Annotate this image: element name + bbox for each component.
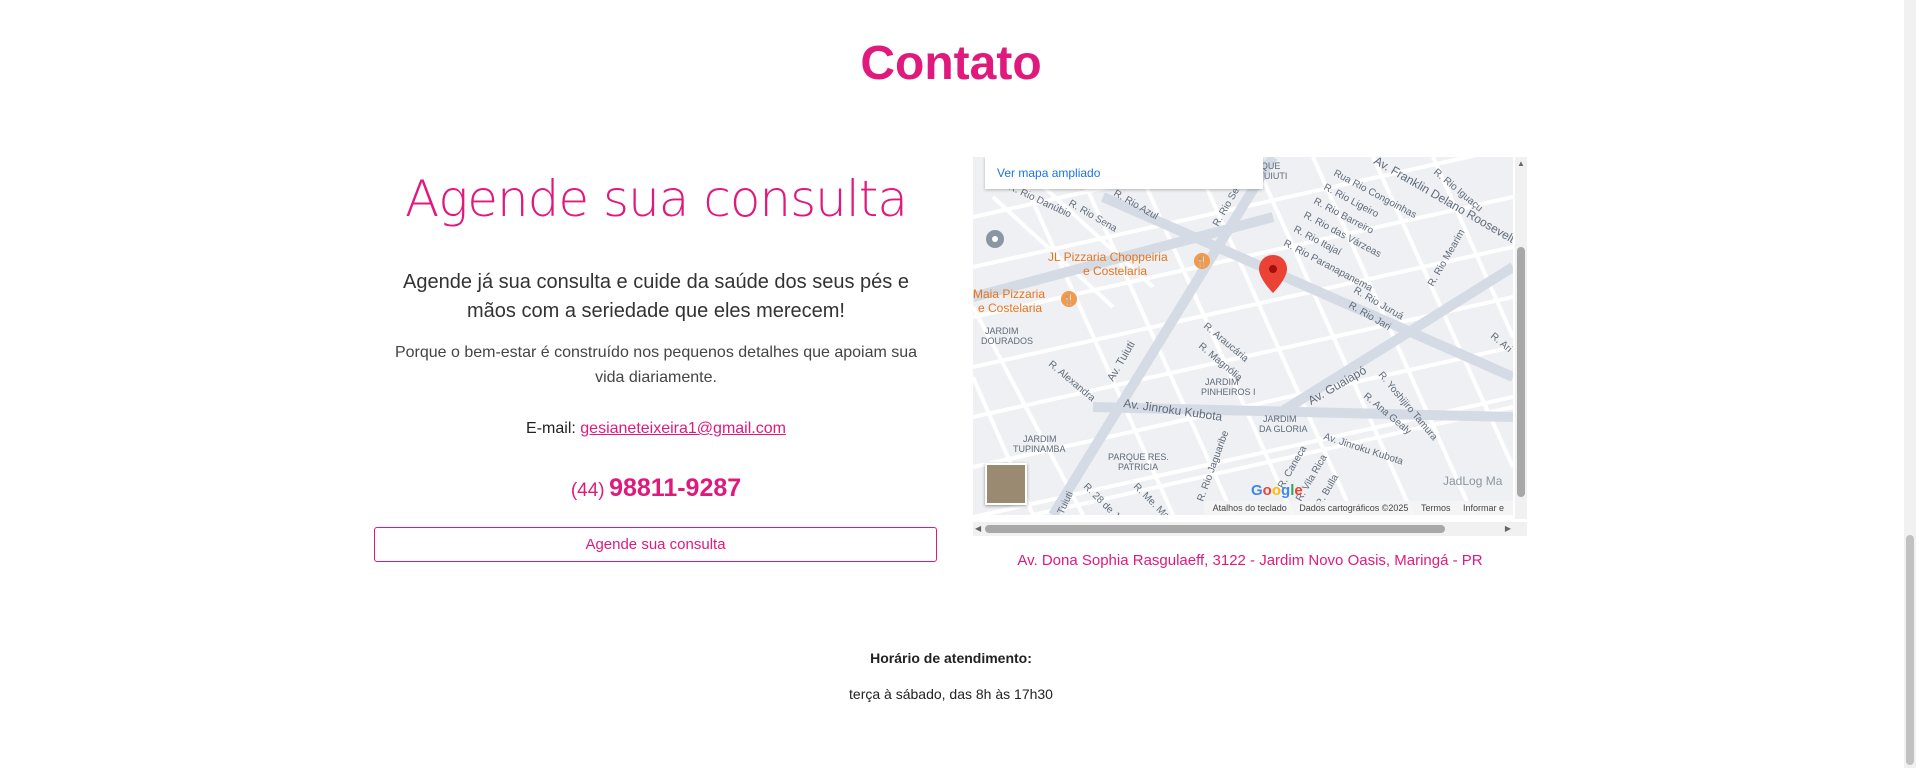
svg-text:DOURADOS: DOURADOS <box>981 336 1033 346</box>
svg-text:JARDIM: JARDIM <box>1023 434 1057 444</box>
phone-number[interactable]: 98811-9287 <box>609 474 741 502</box>
svg-text:JARDIM: JARDIM <box>985 326 1019 336</box>
scroll-left-icon[interactable]: ◀ <box>975 524 981 534</box>
email-link[interactable]: gesianeteixeira1@gmail.com <box>580 420 786 437</box>
view-larger-map-link[interactable]: Ver mapa ampliado <box>997 166 1100 180</box>
scroll-right-icon[interactable]: ▶ <box>1505 524 1511 534</box>
svg-text:PINHEIROS I: PINHEIROS I <box>1201 387 1256 397</box>
page-scrollbar[interactable] <box>1904 0 1916 768</box>
scroll-up-icon[interactable]: ▲ <box>1517 159 1525 169</box>
clinic-address: Av. Dona Sophia Rasgulaeff, 3122 - Jardi… <box>1017 552 1483 569</box>
map-data-text: Dados cartográficos ©2025 <box>1299 503 1409 513</box>
svg-text:PATRICIA: PATRICIA <box>1118 462 1158 472</box>
appointment-lead: Agende já sua consulta e cuide da saúde … <box>403 271 909 322</box>
map-link-box: Ver mapa ampliado <box>985 157 1263 189</box>
map-attribution: Atalhos do teclado Dados cartográficos ©… <box>1203 501 1513 515</box>
map-vertical-scroll-thumb[interactable] <box>1517 247 1525 497</box>
phone-line: (44) 98811-9287 <box>374 474 938 503</box>
svg-text:DA GLORIA: DA GLORIA <box>1259 424 1308 434</box>
appointment-description: Porque o bem-estar é construído nos pequ… <box>394 344 918 386</box>
opening-hours-title: Horário de atendimento: <box>870 650 1032 666</box>
schedule-appointment-button[interactable]: Agende sua consulta <box>374 527 937 562</box>
svg-text:JARDIM: JARDIM <box>1263 414 1297 424</box>
map-poi-jadlog[interactable]: JadLog Ma <box>1443 474 1503 488</box>
report-error-link[interactable]: Informar e <box>1463 503 1504 513</box>
map-poi-left[interactable] <box>986 230 1004 248</box>
keyboard-shortcuts-link[interactable]: Atalhos do teclado <box>1213 503 1287 513</box>
map-vertical-scrollbar[interactable]: ▲ <box>1515 157 1527 519</box>
appointment-heading: Agende sua consulta <box>405 170 908 228</box>
google-map[interactable]: R. Rio Sena R. Rio Azul R. Rio Danúbio R… <box>973 157 1513 515</box>
svg-text:PARQUE RES.: PARQUE RES. <box>1108 452 1169 462</box>
opening-hours-text: terça à sábado, das 8h às 17h30 <box>849 686 1053 702</box>
map-horizontal-scrollbar[interactable]: ◀ ▶ <box>973 522 1527 536</box>
svg-text:JARDIM: JARDIM <box>1205 377 1239 387</box>
svg-text:Maia Pizzaria: Maia Pizzaria <box>973 287 1045 301</box>
svg-text:e Costelaria: e Costelaria <box>1083 264 1147 278</box>
google-logo: Google <box>1251 482 1303 499</box>
email-line: E-mail: gesianeteixeira1@gmail.com <box>374 420 938 438</box>
svg-text:🍴: 🍴 <box>1063 293 1075 306</box>
section-title: Contato <box>860 37 1042 90</box>
terms-link[interactable]: Termos <box>1421 503 1451 513</box>
email-label: E-mail: <box>526 420 576 437</box>
appointment-panel: Agende sua consulta Agende já sua consul… <box>374 170 938 503</box>
page-scroll-thumb[interactable] <box>1906 535 1914 765</box>
svg-text:🍴: 🍴 <box>1196 255 1208 268</box>
phone-area-code: (44) <box>570 480 605 501</box>
map-embed: R. Rio Sena R. Rio Azul R. Rio Danúbio R… <box>973 157 1527 537</box>
svg-text:JL Pizzaria Choppeiria: JL Pizzaria Choppeiria <box>1048 250 1168 264</box>
satellite-toggle[interactable] <box>985 463 1027 505</box>
map-canvas[interactable]: R. Rio Sena R. Rio Azul R. Rio Danúbio R… <box>973 157 1513 515</box>
map-horizontal-scroll-thumb[interactable] <box>985 525 1445 533</box>
svg-text:TUPINAMBA: TUPINAMBA <box>1013 444 1066 454</box>
svg-text:e Costelaria: e Costelaria <box>978 301 1042 315</box>
